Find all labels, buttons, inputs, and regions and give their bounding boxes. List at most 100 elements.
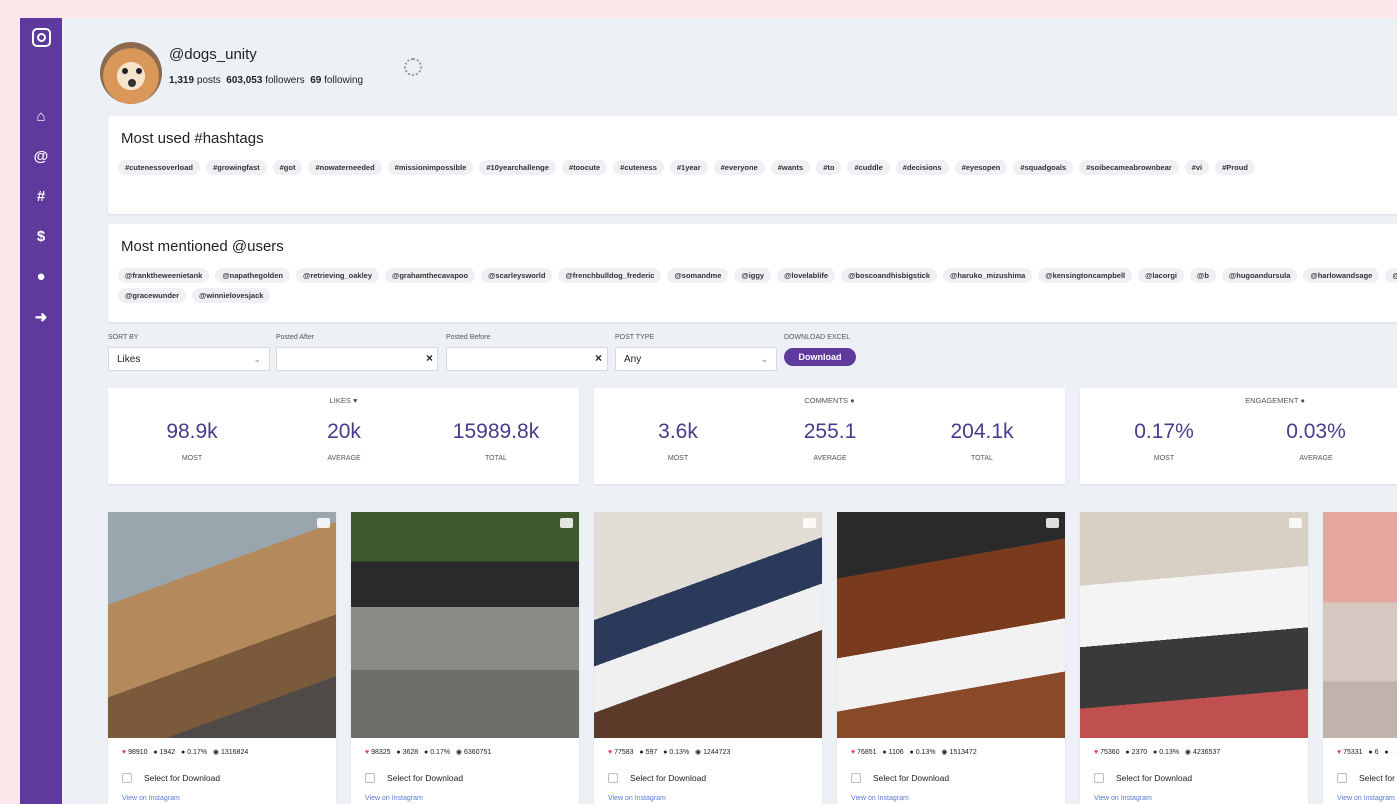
hashtag-chip[interactable]: #squadgoals [1013,160,1074,175]
sort-by-select[interactable]: Likes ⌄ [108,347,270,371]
post-likes: 98910 [128,749,148,756]
post-photo[interactable] [1323,512,1397,738]
checkbox-icon[interactable] [608,773,618,783]
view-on-instagram-link[interactable]: View on Instagram [365,795,423,802]
hashtag-chip[interactable]: #vi [1184,160,1210,175]
hashtag-chip[interactable]: #Proud [1215,160,1255,175]
mentions-card: Most mentioned @users @franktheweenietan… [108,224,1397,322]
posted-after-input[interactable] [276,347,438,371]
hashtag-chip[interactable]: #cuteness [613,160,664,175]
likes-most-value: 98.9k [166,420,218,443]
checkbox-icon[interactable] [1094,773,1104,783]
chevron-down-icon: ⌄ [760,354,768,364]
select-for-download-checkbox[interactable]: Select for Download [851,773,949,783]
checkbox-icon[interactable] [122,773,132,783]
mention-chip[interactable]: @gracewunder [118,288,186,303]
hashtag-chip[interactable]: #everyone [713,160,765,175]
post-likes: 75331 [1343,749,1363,756]
post-engagement: 0.17% [187,749,208,756]
mention-icon[interactable]: @ [20,148,62,165]
video-camera-icon [1289,518,1302,528]
mention-chip[interactable]: @iggy [734,268,772,283]
hashtag-chip[interactable]: #eyesopen [954,160,1008,175]
post-views: 4236537 [1192,749,1221,756]
comments-average-value: 255.1 [803,420,857,443]
post-type-value: Any [624,354,642,365]
logout-icon[interactable]: ➜ [20,308,62,326]
hashtag-chip[interactable]: #soibecameabrownbear [1079,160,1179,175]
hashtag-chip[interactable]: #10yearchallenge [479,160,556,175]
hashtag-chip[interactable]: #got [272,160,303,175]
view-on-instagram-link[interactable]: View on Instagram [122,795,180,802]
checkbox-icon[interactable] [365,773,375,783]
post-engagement: 0.17% [430,749,451,756]
post-card: ♥ 76851 ● 1106 ● 0.13% ◉ 1513472 Select f… [837,512,1065,804]
mention-chip[interactable]: @b [1190,268,1216,283]
select-for-download-checkbox[interactable]: Select for Download [365,773,463,783]
hashtag-chip[interactable]: #nowaterneeded [308,160,382,175]
user-icon[interactable]: ● [20,268,62,285]
home-icon[interactable]: ⌂ [20,108,62,125]
select-for-download-checkbox[interactable]: Select for Download [1094,773,1192,783]
view-on-instagram-link[interactable]: View on Instagram [1094,795,1152,802]
sidebar: ⌂ @ # $ ● ➜ [20,18,62,804]
select-for-download-checkbox[interactable]: Select for Download [122,773,220,783]
hashtag-chip[interactable]: #wants [770,160,811,175]
post-stats: ♥ 75360 ● 2370 ● 0.13% ◉ 4236537 [1094,748,1220,756]
post-photo[interactable] [594,512,822,738]
post-likes: 75360 [1100,749,1120,756]
checkbox-icon[interactable] [1337,773,1347,783]
mentions-title: Most mentioned @users [121,238,284,255]
mention-chip[interactable]: @kensingtoncampbell [1038,268,1133,283]
hashtag-chip[interactable]: #decisions [895,160,949,175]
select-for-download-checkbox[interactable]: Select for Download [1337,773,1397,783]
hashtag-chip[interactable]: #to [816,160,842,175]
hashtag-chip[interactable]: #toocute [561,160,608,175]
mention-chip[interactable]: @grahamthecavapoo [385,268,476,283]
post-photo[interactable] [351,512,579,738]
clear-posted-before-icon[interactable]: × [595,351,602,365]
mention-chip[interactable]: @lovelablife [777,268,836,283]
mention-chip[interactable]: @napathegolden [215,268,290,283]
post-photo[interactable] [108,512,336,738]
mention-chip[interactable]: @scarleysworld [481,268,553,283]
hashtag-chip[interactable]: #cuddle [847,160,890,175]
video-camera-icon [317,518,330,528]
dollar-icon[interactable]: $ [20,228,62,245]
clear-posted-after-icon[interactable]: × [426,351,433,365]
select-for-download-checkbox[interactable]: Select for Download [608,773,706,783]
eye-icon: ◉ [695,749,702,756]
view-on-instagram-link[interactable]: View on Instagram [1337,795,1395,802]
hashtag-chip[interactable]: #missionimpossible [387,160,474,175]
hashtag-icon[interactable]: # [20,188,62,205]
comments-metric-card: COMMENTS ● 3.6k MOST 255.1 AVERAGE 204.1k T… [594,388,1065,484]
mention-chip[interactable]: @frenchbulldog_frederic [558,268,662,283]
mention-chip[interactable]: @somandme [667,268,729,283]
mention-chip[interactable]: @franktheweenietank [118,268,210,283]
view-on-instagram-link[interactable]: View on Instagram [608,795,666,802]
post-photo[interactable] [837,512,1065,738]
hashtag-chip[interactable]: #growingfast [205,160,267,175]
hashtag-chip[interactable]: #cutenessoverload [118,160,200,175]
posted-before-input[interactable] [446,347,608,371]
download-button[interactable]: Download [784,348,856,366]
checkbox-icon[interactable] [851,773,861,783]
post-photo[interactable] [1080,512,1308,738]
view-on-instagram-link[interactable]: View on Instagram [851,795,909,802]
engagement-metric-title: ENGAGEMENT ● [1245,396,1305,405]
mention-chip[interactable]: @harlowandsage [1303,268,1380,283]
mention-chip[interactable]: @haruko_mizushima [943,268,1033,283]
mention-chip[interactable]: @adorableakcyorkies [1385,268,1397,283]
post-type-select[interactable]: Any ⌄ [615,347,777,371]
eye-icon: ◉ [941,749,948,756]
mention-chip[interactable]: @hugoandursula [1221,268,1298,283]
instagram-icon[interactable] [32,28,51,47]
post-card: ♥ 75331 ● 6 ● ◉ Select for Download View … [1323,512,1397,804]
following-label: following [324,75,364,86]
hashtag-chip[interactable]: #1year [669,160,708,175]
select-for-download-label: Select for Download [387,773,464,783]
mention-chip[interactable]: @lacorgi [1138,268,1185,283]
mention-chip[interactable]: @boscoandhisbigstick [841,268,938,283]
mention-chip[interactable]: @winnielovesjack [192,288,271,303]
mention-chip[interactable]: @retrieving_oakley [296,268,380,283]
